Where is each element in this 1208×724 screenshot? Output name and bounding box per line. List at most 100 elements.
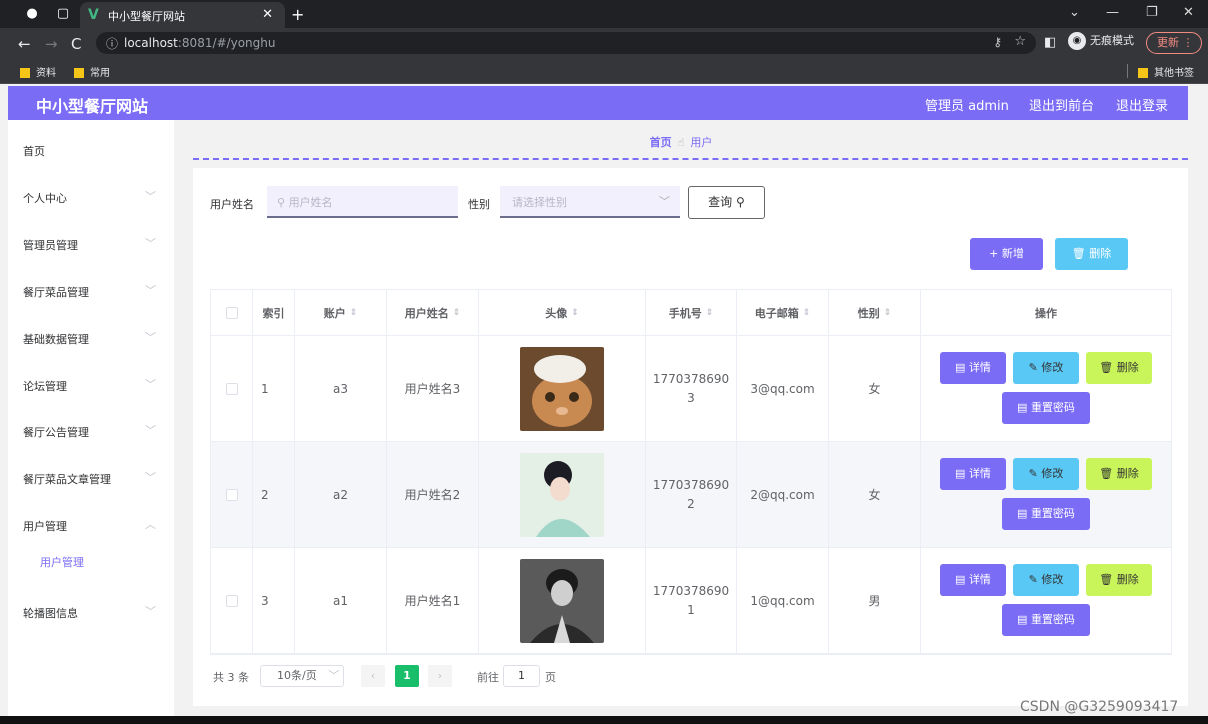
sidebar-item-base-data[interactable]: 基础数据管理 ﹀	[8, 316, 174, 362]
gender-select[interactable]: 请选择性别 ﹀	[500, 186, 680, 218]
delete-button[interactable]: 🗑 删除	[1086, 564, 1152, 596]
sidebar-item-dishes[interactable]: 餐厅菜品管理 ﹀	[8, 269, 174, 315]
sidebar-item-users[interactable]: 用户管理 ︿	[8, 503, 174, 549]
batch-delete-button[interactable]: 🗑 删除	[1055, 238, 1128, 270]
row-checkbox[interactable]	[225, 594, 238, 607]
sidebar-item-label: 首页	[23, 145, 45, 158]
header-gender[interactable]: 性别 ⇕	[829, 290, 921, 335]
incognito-icon: ◉	[1068, 32, 1086, 50]
admin-user-link[interactable]: 管理员 admin	[925, 95, 1009, 114]
sidebar-item-dish-articles[interactable]: 餐厅菜品文章管理 ﹀	[8, 456, 174, 502]
reset-password-button[interactable]: ▤ 重置密码	[1002, 498, 1090, 530]
header-phone[interactable]: 手机号 ⇕	[646, 290, 737, 335]
header-account[interactable]: 账户 ⇕	[295, 290, 387, 335]
close-window-icon[interactable]: ✕	[1183, 5, 1194, 20]
page-size-select[interactable]: 10条/页 ﹀	[260, 665, 344, 687]
folder-icon	[20, 68, 30, 78]
chevron-down-icon: ﹀	[328, 669, 340, 682]
cell-index: 1	[253, 336, 295, 441]
edit-button[interactable]: ✎ 修改	[1013, 564, 1079, 596]
sort-icon[interactable]: ⇕	[350, 308, 358, 318]
sidebar-item-label: 轮播图信息	[23, 607, 78, 620]
cell-name: 用户姓名1	[387, 548, 479, 653]
bookmark-folder-changyong[interactable]: 常用	[74, 64, 110, 79]
prev-page-button[interactable]: ‹	[361, 665, 385, 687]
delete-button[interactable]: 🗑 删除	[1086, 458, 1152, 490]
goto-page-input[interactable]: 1	[503, 665, 540, 687]
trash-icon: 🗑	[1099, 573, 1117, 586]
globe-icon[interactable]: ●	[24, 6, 40, 22]
man-avatar-image[interactable]	[520, 558, 604, 643]
update-button[interactable]: 更新 ⋮	[1146, 32, 1202, 54]
document-icon: ▤	[1017, 401, 1031, 414]
sort-icon[interactable]: ⇕	[453, 308, 461, 318]
sidepanel-icon[interactable]: ◧	[1044, 35, 1056, 50]
logout-link[interactable]: 退出登录	[1116, 95, 1168, 114]
header-label: 性别	[857, 306, 880, 320]
reset-password-button[interactable]: ▤ 重置密码	[1002, 392, 1090, 424]
url-input[interactable]: ⓘ localhost:8081/#/yonghu ⚷ ☆	[96, 32, 1036, 54]
header-email[interactable]: 电子邮箱 ⇕	[737, 290, 829, 335]
chevron-down-icon: ﹀	[145, 237, 156, 250]
incognito-indicator[interactable]: ◉ 无痕模式	[1068, 32, 1134, 50]
detail-button[interactable]: ▤ 详情	[940, 352, 1006, 384]
header-name[interactable]: 用户姓名 ⇕	[387, 290, 479, 335]
sidebar-item-notice[interactable]: 餐厅公告管理 ﹀	[8, 409, 174, 455]
cell-name: 用户姓名3	[387, 336, 479, 441]
minimize-icon[interactable]: —	[1106, 5, 1119, 20]
sidebar-item-profile[interactable]: 个人中心 ﹀	[8, 175, 174, 221]
cell-actions: ▤ 详情 ✎ 修改 🗑 删除 ▤ 重置密码	[921, 442, 1171, 547]
detail-button[interactable]: ▤ 详情	[940, 564, 1006, 596]
row-checkbox[interactable]	[225, 382, 238, 395]
incognito-label: 无痕模式	[1090, 34, 1134, 47]
row-checkbox[interactable]	[225, 488, 238, 501]
reset-password-button[interactable]: ▤ 重置密码	[1002, 604, 1090, 636]
password-key-icon[interactable]: ⚷	[993, 35, 1002, 49]
add-button[interactable]: + 新增	[970, 238, 1043, 270]
reload-icon[interactable]: C	[71, 35, 81, 53]
browser-tab[interactable]: V 中小型餐厅网站 ✕	[80, 2, 285, 28]
forward-icon[interactable]: →	[45, 35, 58, 53]
new-tab-icon[interactable]: +	[291, 5, 304, 24]
exit-to-frontend-link[interactable]: 退出到前台	[1029, 95, 1094, 114]
back-icon[interactable]: ←	[18, 35, 31, 53]
restore-icon[interactable]: ❐	[1146, 5, 1158, 20]
cat-avatar-image[interactable]	[520, 346, 604, 431]
sort-icon[interactable]: ⇕	[706, 308, 714, 318]
detail-button[interactable]: ▤ 详情	[940, 458, 1006, 490]
header-avatar[interactable]: 头像 ⇕	[479, 290, 646, 335]
bookmark-star-icon[interactable]: ☆	[1014, 34, 1026, 49]
cell-phone: 1770378690 3	[646, 336, 737, 441]
sidebar-item-carousel[interactable]: 轮播图信息 ﹀	[8, 590, 174, 636]
breadcrumb-home[interactable]: 首页	[650, 136, 672, 149]
bookmark-folder-ziliao[interactable]: 资料	[20, 64, 56, 79]
breadcrumb: 首页 ☝ 用户	[174, 134, 1188, 150]
sidebar-subitem-users[interactable]: 用户管理	[8, 550, 174, 580]
select-all-checkbox[interactable]	[225, 306, 238, 319]
close-tab-icon[interactable]: ✕	[262, 7, 273, 22]
gender-filter-label: 性别	[468, 198, 490, 211]
chevron-down-icon[interactable]: ⌄	[1069, 5, 1080, 20]
bookmark-folder-other[interactable]: 其他书签	[1138, 64, 1194, 79]
site-info-icon[interactable]: ⓘ	[106, 35, 118, 52]
edit-button[interactable]: ✎ 修改	[1013, 458, 1079, 490]
next-page-button[interactable]: ›	[428, 665, 452, 687]
tab-search-icon[interactable]: ▢	[55, 6, 71, 22]
sidebar-item-home[interactable]: 首页	[8, 128, 174, 174]
sidebar-item-admin[interactable]: 管理员管理 ﹀	[8, 222, 174, 268]
query-button[interactable]: 查询 ⚲	[688, 186, 765, 219]
sort-icon[interactable]: ⇕	[803, 308, 811, 318]
sidebar-item-forum[interactable]: 论坛管理 ﹀	[8, 363, 174, 409]
page-number-current[interactable]: 1	[395, 665, 419, 687]
chevron-down-icon: ﹀	[145, 331, 156, 344]
delete-button[interactable]: 🗑 删除	[1086, 352, 1152, 384]
sort-icon[interactable]: ⇕	[571, 308, 579, 318]
sidebar-item-label: 用户管理	[23, 520, 67, 533]
cell-account: a1	[295, 548, 387, 653]
sort-icon[interactable]: ⇕	[884, 308, 892, 318]
woman-avatar-image[interactable]	[520, 452, 604, 537]
bookmarks-bar: 资料 常用 其他书签	[0, 58, 1208, 84]
pagination-total: 共 3 条	[213, 671, 249, 684]
name-search-input[interactable]: ⚲ 用户姓名	[267, 186, 458, 218]
edit-button[interactable]: ✎ 修改	[1013, 352, 1079, 384]
